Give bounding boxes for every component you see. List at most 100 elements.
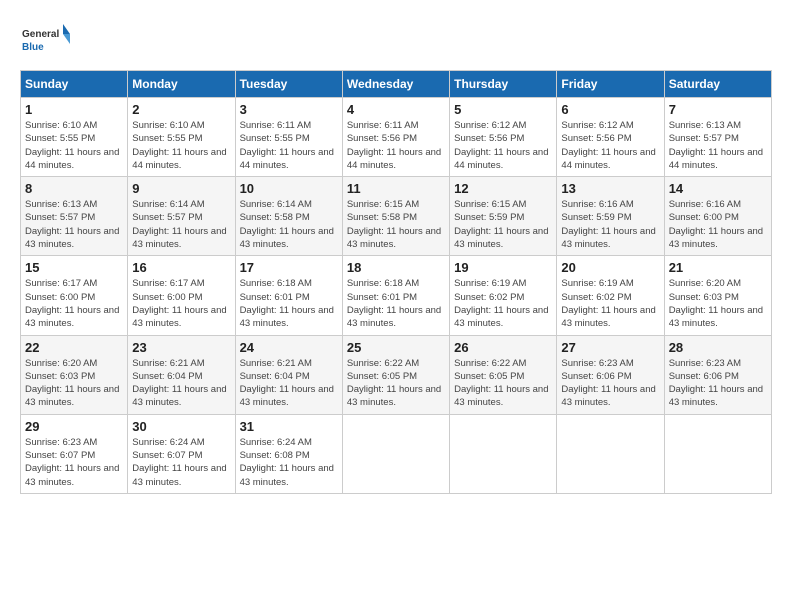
calendar-cell [664,414,771,493]
day-number: 5 [454,102,552,117]
day-number: 17 [240,260,338,275]
day-info: Sunrise: 6:12 AMSunset: 5:56 PMDaylight:… [561,119,659,172]
day-number: 19 [454,260,552,275]
day-number: 31 [240,419,338,434]
day-info: Sunrise: 6:12 AMSunset: 5:56 PMDaylight:… [454,119,552,172]
day-info: Sunrise: 6:19 AMSunset: 6:02 PMDaylight:… [454,277,552,330]
calendar-cell: 20 Sunrise: 6:19 AMSunset: 6:02 PMDayligh… [557,256,664,335]
day-number: 29 [25,419,123,434]
day-number: 9 [132,181,230,196]
day-info: Sunrise: 6:18 AMSunset: 6:01 PMDaylight:… [240,277,338,330]
day-info: Sunrise: 6:15 AMSunset: 5:59 PMDaylight:… [454,198,552,251]
calendar-header-thursday: Thursday [450,71,557,98]
day-info: Sunrise: 6:23 AMSunset: 6:06 PMDaylight:… [561,357,659,410]
day-number: 28 [669,340,767,355]
day-info: Sunrise: 6:14 AMSunset: 5:57 PMDaylight:… [132,198,230,251]
calendar-week-3: 15 Sunrise: 6:17 AMSunset: 6:00 PMDayligh… [21,256,772,335]
day-number: 25 [347,340,445,355]
calendar-cell: 11Sunrise: 6:15 AMSunset: 5:58 PMDayligh… [342,177,449,256]
calendar-week-4: 22 Sunrise: 6:20 AMSunset: 6:03 PMDayligh… [21,335,772,414]
day-number: 1 [25,102,123,117]
calendar-cell: 13 Sunrise: 6:16 AMSunset: 5:59 PMDayligh… [557,177,664,256]
calendar-cell: 9 Sunrise: 6:14 AMSunset: 5:57 PMDaylight… [128,177,235,256]
calendar-cell: 8Sunrise: 6:13 AMSunset: 5:57 PMDaylight… [21,177,128,256]
day-info: Sunrise: 6:22 AMSunset: 6:05 PMDaylight:… [454,357,552,410]
calendar-header-saturday: Saturday [664,71,771,98]
svg-text:Blue: Blue [22,42,44,53]
day-number: 10 [240,181,338,196]
day-number: 3 [240,102,338,117]
calendar-header-monday: Monday [128,71,235,98]
day-info: Sunrise: 6:22 AMSunset: 6:05 PMDaylight:… [347,357,445,410]
day-number: 2 [132,102,230,117]
calendar-cell: 29Sunrise: 6:23 AMSunset: 6:07 PMDayligh… [21,414,128,493]
day-number: 30 [132,419,230,434]
day-number: 27 [561,340,659,355]
calendar-cell: 3 Sunrise: 6:11 AMSunset: 5:55 PMDaylight… [235,98,342,177]
logo: General Blue [20,20,70,60]
calendar-cell: 31 Sunrise: 6:24 AMSunset: 6:08 PMDayligh… [235,414,342,493]
day-info: Sunrise: 6:18 AMSunset: 6:01 PMDaylight:… [347,277,445,330]
calendar-cell: 19 Sunrise: 6:19 AMSunset: 6:02 PMDayligh… [450,256,557,335]
day-number: 4 [347,102,445,117]
svg-text:General: General [22,29,59,40]
day-number: 20 [561,260,659,275]
calendar-cell: 25 Sunrise: 6:22 AMSunset: 6:05 PMDayligh… [342,335,449,414]
day-number: 15 [25,260,123,275]
calendar-cell: 30Sunrise: 6:24 AMSunset: 6:07 PMDayligh… [128,414,235,493]
day-info: Sunrise: 6:11 AMSunset: 5:55 PMDaylight:… [240,119,338,172]
calendar-cell: 21 Sunrise: 6:20 AMSunset: 6:03 PMDayligh… [664,256,771,335]
day-number: 21 [669,260,767,275]
calendar-cell: 12Sunrise: 6:15 AMSunset: 5:59 PMDayligh… [450,177,557,256]
day-info: Sunrise: 6:10 AMSunset: 5:55 PMDaylight:… [25,119,123,172]
day-info: Sunrise: 6:20 AMSunset: 6:03 PMDaylight:… [669,277,767,330]
day-info: Sunrise: 6:11 AMSunset: 5:56 PMDaylight:… [347,119,445,172]
logo-svg: General Blue [20,20,70,60]
day-info: Sunrise: 6:24 AMSunset: 6:08 PMDaylight:… [240,436,338,489]
day-number: 14 [669,181,767,196]
calendar-cell: 2 Sunrise: 6:10 AMSunset: 5:55 PMDaylight… [128,98,235,177]
day-info: Sunrise: 6:17 AMSunset: 6:00 PMDaylight:… [25,277,123,330]
header: General Blue [20,20,772,60]
calendar-cell [342,414,449,493]
calendar-cell: 10Sunrise: 6:14 AMSunset: 5:58 PMDayligh… [235,177,342,256]
calendar-cell: 26Sunrise: 6:22 AMSunset: 6:05 PMDayligh… [450,335,557,414]
day-info: Sunrise: 6:23 AMSunset: 6:06 PMDaylight:… [669,357,767,410]
calendar-week-5: 29Sunrise: 6:23 AMSunset: 6:07 PMDayligh… [21,414,772,493]
day-info: Sunrise: 6:16 AMSunset: 6:00 PMDaylight:… [669,198,767,251]
day-number: 16 [132,260,230,275]
day-number: 13 [561,181,659,196]
day-info: Sunrise: 6:13 AMSunset: 5:57 PMDaylight:… [669,119,767,172]
calendar-cell: 17 Sunrise: 6:18 AMSunset: 6:01 PMDayligh… [235,256,342,335]
day-info: Sunrise: 6:20 AMSunset: 6:03 PMDaylight:… [25,357,123,410]
day-number: 6 [561,102,659,117]
day-info: Sunrise: 6:15 AMSunset: 5:58 PMDaylight:… [347,198,445,251]
calendar-cell: 14 Sunrise: 6:16 AMSunset: 6:00 PMDayligh… [664,177,771,256]
day-number: 23 [132,340,230,355]
calendar-cell: 24 Sunrise: 6:21 AMSunset: 6:04 PMDayligh… [235,335,342,414]
calendar-cell: 16 Sunrise: 6:17 AMSunset: 6:00 PMDayligh… [128,256,235,335]
day-number: 24 [240,340,338,355]
day-info: Sunrise: 6:19 AMSunset: 6:02 PMDaylight:… [561,277,659,330]
calendar-cell: 1 Sunrise: 6:10 AMSunset: 5:55 PMDaylight… [21,98,128,177]
calendar-cell: 5 Sunrise: 6:12 AMSunset: 5:56 PMDaylight… [450,98,557,177]
calendar-cell [450,414,557,493]
day-info: Sunrise: 6:21 AMSunset: 6:04 PMDaylight:… [240,357,338,410]
day-info: Sunrise: 6:10 AMSunset: 5:55 PMDaylight:… [132,119,230,172]
calendar: SundayMondayTuesdayWednesdayThursdayFrid… [20,70,772,494]
calendar-header-tuesday: Tuesday [235,71,342,98]
day-number: 22 [25,340,123,355]
calendar-cell: 27 Sunrise: 6:23 AMSunset: 6:06 PMDayligh… [557,335,664,414]
day-info: Sunrise: 6:21 AMSunset: 6:04 PMDaylight:… [132,357,230,410]
day-number: 18 [347,260,445,275]
calendar-cell: 28 Sunrise: 6:23 AMSunset: 6:06 PMDayligh… [664,335,771,414]
calendar-cell: 22 Sunrise: 6:20 AMSunset: 6:03 PMDayligh… [21,335,128,414]
day-info: Sunrise: 6:17 AMSunset: 6:00 PMDaylight:… [132,277,230,330]
calendar-header-wednesday: Wednesday [342,71,449,98]
day-info: Sunrise: 6:16 AMSunset: 5:59 PMDaylight:… [561,198,659,251]
calendar-cell: 6 Sunrise: 6:12 AMSunset: 5:56 PMDaylight… [557,98,664,177]
calendar-header-row: SundayMondayTuesdayWednesdayThursdayFrid… [21,71,772,98]
calendar-week-1: 1 Sunrise: 6:10 AMSunset: 5:55 PMDaylight… [21,98,772,177]
calendar-week-2: 8Sunrise: 6:13 AMSunset: 5:57 PMDaylight… [21,177,772,256]
calendar-cell: 4 Sunrise: 6:11 AMSunset: 5:56 PMDaylight… [342,98,449,177]
